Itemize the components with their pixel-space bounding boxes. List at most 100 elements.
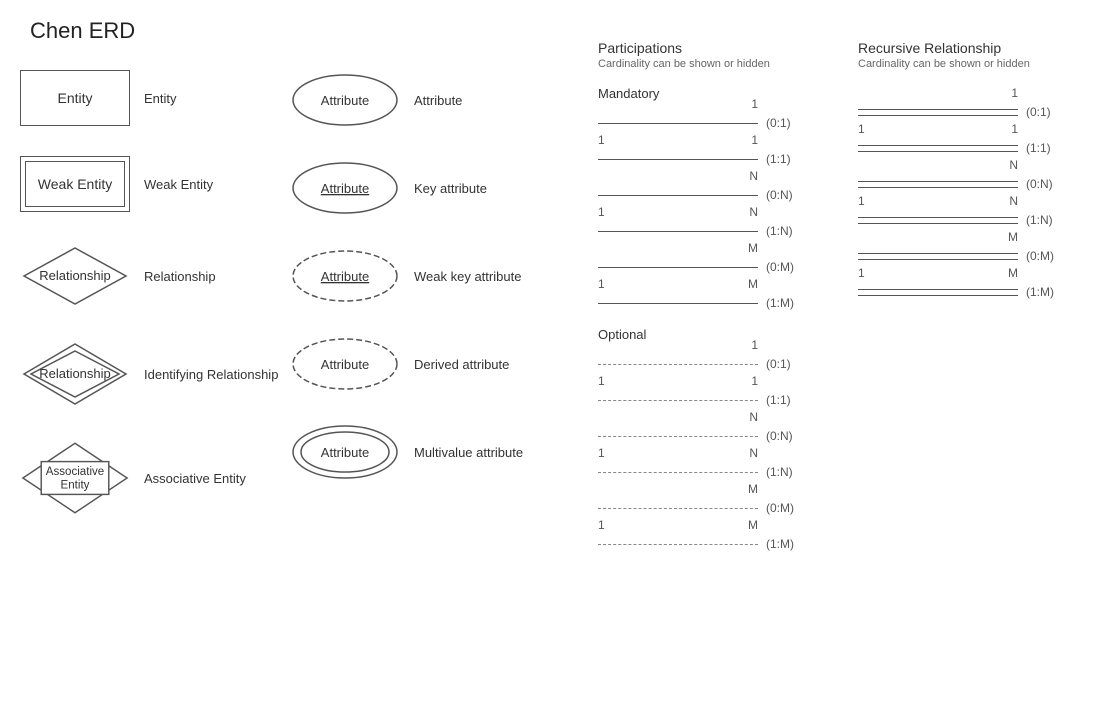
participations-panel: Participations Cardinality can be shown … [598,40,838,568]
attribute-shape: Attribute [290,70,400,130]
mandatory-1-m-line: 1 M [598,291,758,315]
optional-0-1-row: 1 (0:1) [598,352,838,376]
recursive-0-n-card: (0:N) [1026,177,1053,191]
multivalue-attribute-row: Attribute Multivalue attribute [290,422,530,482]
identifying-relationship-label: Identifying Relationship [144,367,278,382]
mandatory-0-n-line: N [598,183,758,207]
optional-0-1-line: 1 [598,352,758,376]
recursive-title: Recursive Relationship [858,40,1098,56]
key-attribute-row: Attribute Key attribute [290,158,530,218]
mandatory-1-1-card: (1:1) [766,152,791,166]
mandatory-0-n-card: (0:N) [766,188,793,202]
recursive-0-n-row: N (0:N) [858,172,1098,196]
recursive-0-1-line: 1 [858,100,1018,124]
optional-1-n-row: 1 N (1:N) [598,460,838,484]
weak-key-attribute-shape: Attribute [290,246,400,306]
recursive-panel: Recursive Relationship Cardinality can b… [858,40,1098,316]
mandatory-0-m-card: (0:M) [766,260,794,274]
entity-shape: Entity [20,70,130,126]
svg-text:Associative: Associative [46,466,104,478]
recursive-1-1-card: (1:1) [1026,141,1051,155]
recursive-0-m-card: (0:M) [1026,249,1054,263]
associative-entity-row: Associative Entity Associative Entity [20,438,300,518]
multivalue-attribute-label: Multivalue attribute [414,445,523,460]
svg-text:Attribute: Attribute [321,93,369,108]
weak-entity-label: Weak Entity [144,177,213,192]
optional-1-1-card: (1:1) [766,393,791,407]
weak-entity-shape: Weak Entity [20,156,130,212]
optional-1-n-line: 1 N [598,460,758,484]
svg-text:Relationship: Relationship [39,366,111,381]
recursive-0-m-row: M (0:M) [858,244,1098,268]
optional-1-1-row: 1 1 (1:1) [598,388,838,412]
mandatory-0-n-row: N (0:N) [598,183,838,207]
entity-label: Entity [144,91,177,106]
recursive-1-1-row: 1 1 (1:1) [858,136,1098,160]
optional-1-m-row: 1 M (1:M) [598,532,838,556]
mandatory-1-1-row: 1 1 (1:1) [598,147,838,171]
entity-text: Entity [57,90,92,106]
associative-entity-label: Associative Entity [144,471,246,486]
participations-subtitle: Cardinality can be shown or hidden [598,58,838,70]
mandatory-label: Mandatory [598,86,838,101]
attribute-row: Attribute Attribute [290,70,530,130]
weak-entity-row: Weak Entity Weak Entity [20,156,300,212]
optional-0-n-line: N [598,424,758,448]
weak-entity-text: Weak Entity [38,176,112,192]
derived-attribute-shape: Attribute [290,334,400,394]
recursive-1-m-line: 1 M [858,280,1018,304]
svg-text:Attribute: Attribute [321,357,369,372]
recursive-0-1-card: (0:1) [1026,105,1051,119]
mandatory-1-m-card: (1:M) [766,296,794,310]
relationship-row: Relationship Relationship [20,242,300,310]
optional-1-m-card: (1:M) [766,537,794,551]
recursive-1-1-line: 1 1 [858,136,1018,160]
mandatory-1-n-line: 1 N [598,219,758,243]
optional-0-n-card: (0:N) [766,429,793,443]
attrs-panel: Attribute Attribute Attribute Key attrib… [290,70,530,510]
optional-0-m-card: (0:M) [766,501,794,515]
derived-attribute-row: Attribute Derived attribute [290,334,530,394]
participations-title: Participations [598,40,838,56]
identifying-relationship-shape: Relationship [20,340,130,408]
attribute-label: Attribute [414,93,462,108]
recursive-subtitle: Cardinality can be shown or hidden [858,58,1098,70]
mandatory-0-m-line: M [598,255,758,279]
mandatory-1-n-row: 1 N (1:N) [598,219,838,243]
shapes-panel: Entity Entity Weak Entity Weak Entity Re… [20,70,300,548]
identifying-relationship-row: Relationship Identifying Relationship [20,340,300,408]
recursive-1-m-row: 1 M (1:M) [858,280,1098,304]
svg-text:Entity: Entity [61,480,90,492]
svg-text:Attribute: Attribute [321,269,369,284]
optional-0-m-line: M [598,496,758,520]
svg-text:Relationship: Relationship [39,268,111,283]
svg-text:Attribute: Attribute [321,181,369,196]
recursive-1-n-card: (1:N) [1026,213,1053,227]
recursive-0-m-line: M [858,244,1018,268]
mandatory-1-m-row: 1 M (1:M) [598,291,838,315]
derived-attribute-label: Derived attribute [414,357,509,372]
optional-0-1-card: (0:1) [766,357,791,371]
optional-0-m-row: M (0:M) [598,496,838,520]
recursive-1-n-line: 1 N [858,208,1018,232]
mandatory-0-1-card: (0:1) [766,116,791,130]
key-attribute-shape: Attribute [290,158,400,218]
weak-key-attribute-label: Weak key attribute [414,269,521,284]
optional-label: Optional [598,327,838,342]
optional-0-n-row: N (0:N) [598,424,838,448]
recursive-0-1-row: 1 (0:1) [858,100,1098,124]
optional-1-1-line: 1 1 [598,388,758,412]
recursive-1-n-row: 1 N (1:N) [858,208,1098,232]
recursive-0-n-line: N [858,172,1018,196]
mandatory-0-1-line: 1 [598,111,758,135]
key-attribute-label: Key attribute [414,181,487,196]
recursive-1-m-card: (1:M) [1026,285,1054,299]
mandatory-1-1-line: 1 1 [598,147,758,171]
optional-1-n-card: (1:N) [766,465,793,479]
multivalue-attribute-shape: Attribute [290,422,400,482]
entity-row: Entity Entity [20,70,300,126]
relationship-shape: Relationship [20,242,130,310]
mandatory-0-m-row: M (0:M) [598,255,838,279]
page-title: Chen ERD [30,18,135,44]
mandatory-0-1-row: 1 (0:1) [598,111,838,135]
